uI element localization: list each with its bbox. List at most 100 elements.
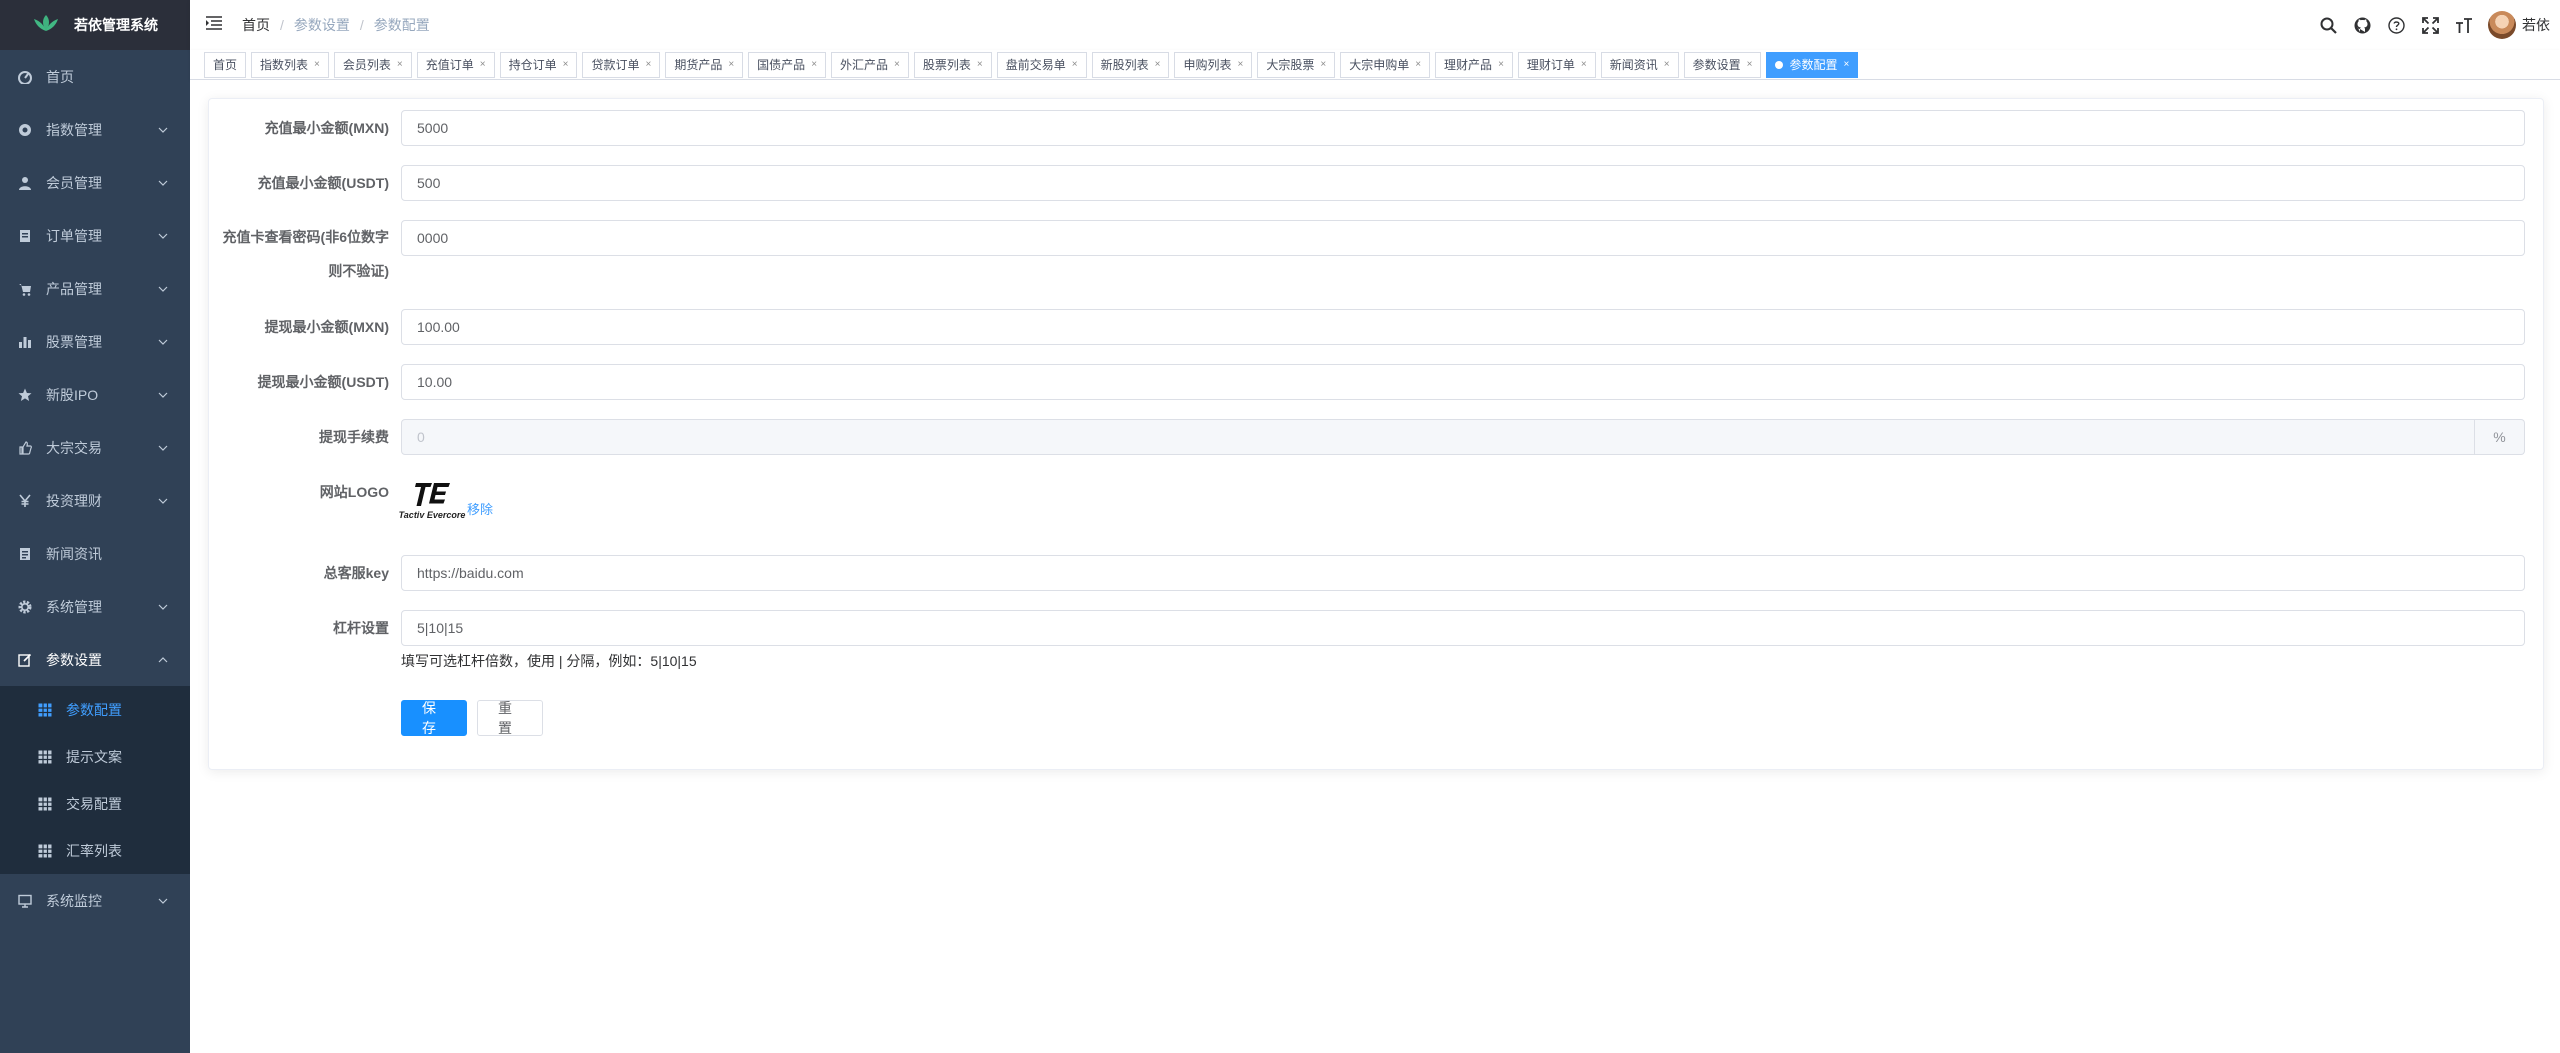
app-logo-icon [32, 13, 60, 38]
navbar: 首页 / 参数设置 / 参数配置 若依 [190, 0, 2560, 50]
save-button[interactable]: 保存 [401, 700, 467, 736]
font-size-icon[interactable] [2454, 15, 2474, 35]
tag-item[interactable]: 新闻资讯 × [1600, 51, 1679, 78]
user-icon [18, 176, 32, 190]
leverage-input[interactable]: 5|10|15 [401, 610, 2525, 646]
hamburger-button[interactable] [194, 0, 234, 50]
breadcrumb-separator: / [359, 17, 364, 33]
sidebar-item-ipo[interactable]: 新股IPO [0, 368, 190, 421]
tag-item[interactable]: 国债产品 × [748, 51, 827, 78]
tag-item[interactable]: 理财订单 × [1517, 51, 1596, 78]
tag-item[interactable]: 参数设置 × [1683, 51, 1762, 78]
tag-item[interactable]: 期货产品 × [665, 51, 744, 78]
tag-item[interactable]: 理财产品 × [1435, 51, 1513, 78]
close-icon[interactable]: × [563, 53, 569, 77]
tag-item[interactable]: 充值订单 × [416, 51, 495, 78]
fullscreen-icon[interactable] [2420, 15, 2440, 35]
breadcrumb-separator: / [280, 17, 284, 33]
remove-logo-link[interactable]: 移除 [467, 499, 493, 518]
app-title: 若依管理系统 [74, 17, 158, 33]
sidebar-subitem-tips[interactable]: 提示文案 [0, 733, 190, 780]
site-logo-image[interactable]: Tactiv Evercore [399, 474, 465, 520]
tag-item[interactable]: 首页 [204, 51, 247, 78]
close-icon[interactable]: × [1320, 53, 1326, 77]
sidebar-item-members[interactable]: 会员管理 [0, 156, 190, 209]
chevron-down-icon [158, 127, 168, 133]
close-icon[interactable]: × [645, 53, 651, 77]
close-icon[interactable]: × [1664, 53, 1670, 77]
sidebar-subitem-label: 交易配置 [66, 795, 122, 812]
sidebar-item-orders[interactable]: 订单管理 [0, 209, 190, 262]
tag-item[interactable]: 盘前交易单 × [996, 51, 1087, 78]
close-icon[interactable]: × [314, 53, 320, 77]
tag-item[interactable]: 会员列表 × [333, 51, 412, 78]
sidebar-item-investment[interactable]: 投资理财 [0, 474, 190, 527]
breadcrumb: 首页 / 参数设置 / 参数配置 [242, 15, 430, 35]
sidebar-subitem-label: 提示文案 [66, 748, 122, 765]
search-icon[interactable] [2318, 15, 2338, 35]
recharge-min-usdt-input[interactable]: 500 [401, 165, 2525, 201]
close-icon[interactable]: × [1498, 53, 1504, 77]
sidebar-item-settings[interactable]: 参数设置 [0, 633, 190, 686]
sidebar-item-system[interactable]: 系统管理 [0, 580, 190, 633]
tag-label: 指数列表 [260, 57, 309, 72]
sidebar-item-stocks[interactable]: 股票管理 [0, 315, 190, 368]
sidebar-item-products[interactable]: 产品管理 [0, 262, 190, 315]
tag-item[interactable]: 股票列表 × [913, 51, 992, 78]
sidebar-item-block-trade[interactable]: 大宗交易 [0, 421, 190, 474]
tag-item[interactable]: 大宗申购单 × [1340, 51, 1431, 78]
form-row-leverage: 杠杆设置 5|10|15 [209, 610, 2525, 646]
close-icon[interactable]: × [811, 53, 817, 77]
form-label: 提现最小金额(USDT) [257, 374, 389, 390]
close-icon[interactable]: × [397, 53, 403, 77]
sidebar-subitem-trade-config[interactable]: 交易配置 [0, 780, 190, 827]
recharge-min-mxn-input[interactable]: 5000 [401, 110, 2525, 146]
close-icon[interactable]: × [480, 53, 486, 77]
sidebar-item-news[interactable]: 新闻资讯 [0, 527, 190, 580]
tag-item[interactable]: 贷款订单 × [582, 51, 661, 78]
sidebar-item-home[interactable]: 首页 [0, 50, 190, 103]
withdraw-min-mxn-input[interactable]: 100.00 [401, 309, 2525, 345]
grid-icon [38, 843, 52, 858]
close-icon[interactable]: × [894, 53, 900, 77]
withdraw-min-usdt-input[interactable]: 10.00 [401, 364, 2525, 400]
close-icon[interactable]: × [1072, 53, 1078, 77]
sidebar-logo[interactable]: 若依管理系统 [0, 0, 190, 50]
withdraw-fee-input[interactable]: 0 [401, 419, 2475, 455]
tag-item[interactable]: 大宗股票 × [1257, 51, 1336, 78]
close-icon[interactable]: × [977, 53, 983, 77]
sidebar-subitem-param-config[interactable]: 参数配置 [0, 686, 190, 733]
sidebar-subitem-exchange-rates[interactable]: 汇率列表 [0, 827, 190, 874]
tag-item[interactable]: 申购列表 × [1174, 51, 1253, 78]
breadcrumb-home[interactable]: 首页 [242, 15, 270, 35]
close-icon[interactable]: × [1581, 53, 1587, 77]
sidebar-item-monitor[interactable]: 系统监控 [0, 874, 190, 927]
close-icon[interactable]: × [728, 53, 734, 77]
avatar[interactable] [2488, 11, 2516, 39]
close-icon[interactable]: × [1155, 53, 1161, 77]
question-icon[interactable] [2386, 15, 2406, 35]
tag-item[interactable]: 指数列表 × [251, 51, 329, 78]
tag-item[interactable]: 持仓订单 × [499, 51, 578, 78]
index-icon [18, 123, 32, 137]
menu-fold-icon [206, 15, 222, 35]
tag-item[interactable]: 新股列表 × [1091, 51, 1170, 78]
tag-label: 期货产品 [674, 57, 723, 72]
service-key-input[interactable]: https://baidu.com [401, 555, 2525, 591]
grid-icon [38, 702, 52, 717]
chevron-down-icon [158, 233, 168, 239]
sidebar-item-index[interactable]: 指数管理 [0, 103, 190, 156]
app-root: 若依管理系统 首页 指数管理 会员管理 订单管理 产品管理 股票管理 新股IPO… [0, 0, 2560, 1053]
close-icon[interactable]: × [1415, 53, 1421, 77]
reset-button[interactable]: 重置 [477, 700, 543, 736]
github-icon[interactable] [2352, 15, 2372, 35]
sidebar-item-label: 首页 [46, 68, 74, 85]
close-icon[interactable]: × [1747, 53, 1753, 77]
tag-item[interactable]: 外汇产品 × [831, 51, 909, 78]
tag-active[interactable]: 参数配置 × [1766, 51, 1859, 78]
user-name[interactable]: 若依 [2522, 15, 2550, 35]
card-password-input[interactable]: 0000 [401, 220, 2525, 256]
close-icon[interactable]: × [1237, 53, 1243, 77]
form-label: 杠杆设置 [333, 620, 389, 636]
close-icon[interactable]: × [1844, 53, 1850, 77]
